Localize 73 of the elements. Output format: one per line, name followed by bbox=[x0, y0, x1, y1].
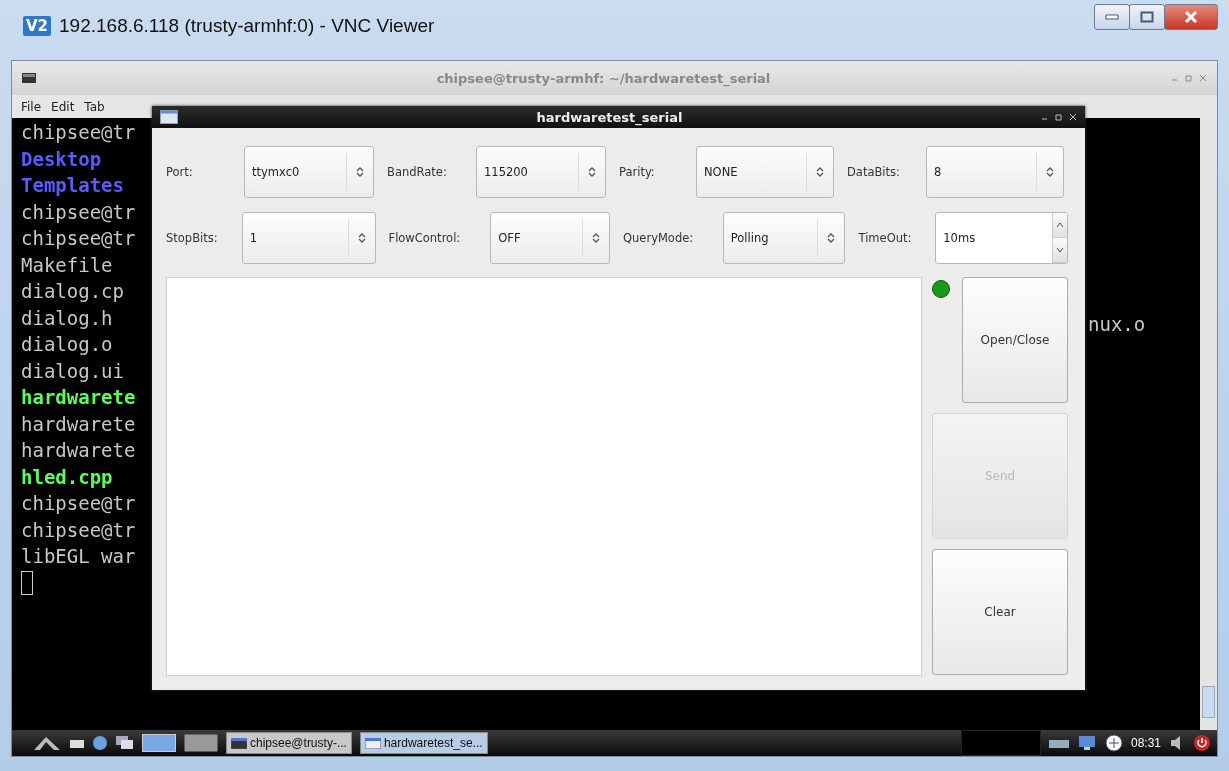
field-label: Parity: bbox=[619, 165, 656, 179]
maximize-button[interactable] bbox=[1129, 4, 1165, 30]
terminal-line: dialog.ui bbox=[21, 358, 124, 384]
scrollbar-thumb[interactable] bbox=[1202, 686, 1215, 718]
terminal-cursor bbox=[21, 570, 33, 595]
terminal-line: Desktop bbox=[21, 146, 102, 172]
up-down-arrows-icon bbox=[816, 166, 824, 178]
up-down-arrows-icon bbox=[592, 232, 600, 244]
terminal-line: hardwarete bbox=[21, 411, 136, 437]
field-label: FlowControl: bbox=[388, 231, 462, 245]
field-label: QueryMode: bbox=[623, 231, 695, 245]
terminal-line: dialog.cp bbox=[21, 279, 124, 304]
terminal-line: chipsee@tr bbox=[21, 226, 136, 251]
dropdown[interactable]: 1 bbox=[241, 212, 376, 264]
window-icon bbox=[160, 110, 178, 124]
maximize-icon bbox=[1140, 11, 1154, 23]
terminal-line: dialog.h bbox=[21, 305, 113, 331]
dialog-title: hardwaretest_serial bbox=[535, 109, 684, 125]
minimize-icon bbox=[1105, 14, 1119, 20]
field-label: StopBits: bbox=[166, 231, 219, 245]
menu-item[interactable]: Tab bbox=[84, 99, 105, 114]
desktop-icon[interactable] bbox=[184, 734, 218, 752]
terminal-line: chipsee@tr bbox=[21, 199, 136, 225]
field-label: BandRate: bbox=[387, 165, 448, 179]
action-button[interactable]: Clear bbox=[932, 549, 1068, 675]
scrollbar[interactable] bbox=[1200, 118, 1217, 730]
terminal-line: chipsee@tr bbox=[21, 517, 136, 543]
window-title: 192.168.6.118 (trusty-armhf:0) - VNC Viewer bbox=[59, 15, 435, 37]
taskbar-button[interactable]: hardwaretest_se... bbox=[359, 732, 488, 754]
monitor-icon[interactable] bbox=[1076, 735, 1097, 751]
terminal-line: hardwarete bbox=[21, 385, 136, 410]
close-button[interactable] bbox=[1164, 4, 1218, 30]
dropdown[interactable]: ttymxc0 bbox=[244, 146, 374, 198]
menu-item[interactable]: Edit bbox=[51, 99, 75, 114]
minimize-button[interactable] bbox=[1094, 4, 1130, 30]
window-controls-icon bbox=[1171, 74, 1207, 82]
window-controls-icon bbox=[1041, 113, 1077, 121]
terminal-line: libEGL war bbox=[21, 544, 136, 569]
terminal-line: hled.cpp bbox=[21, 464, 113, 490]
field-label: DataBits: bbox=[847, 165, 901, 179]
app-logo: V2 bbox=[23, 16, 52, 36]
terminal-icon bbox=[22, 73, 36, 83]
start-menu-icon[interactable] bbox=[32, 734, 62, 752]
close-icon bbox=[1183, 10, 1199, 24]
dropdown[interactable]: 8 bbox=[926, 146, 1064, 198]
dropdown[interactable]: 115200 bbox=[476, 146, 606, 198]
terminal-line: nux.o bbox=[1088, 313, 1146, 335]
menu-item[interactable]: File bbox=[21, 99, 42, 114]
open-close-button[interactable]: Open/Close bbox=[962, 277, 1068, 403]
taskbar-button[interactable]: chipsee@trusty-... bbox=[226, 732, 352, 754]
field-label: TimeOut: bbox=[858, 231, 913, 245]
up-down-arrows-icon bbox=[357, 232, 366, 244]
spin-box[interactable]: 10ms bbox=[935, 212, 1068, 264]
dropdown[interactable]: OFF bbox=[490, 212, 610, 264]
terminal-line: chipsee@tr bbox=[21, 120, 136, 145]
up-down-arrows-icon bbox=[827, 232, 836, 244]
up-down-arrows-icon bbox=[356, 166, 364, 178]
terminal-line: dialog.o bbox=[21, 332, 113, 357]
terminal-line: hardwarete bbox=[21, 438, 136, 463]
terminal-title: chipsee@trusty-armhf: ~/hardwaretest_serial bbox=[435, 70, 772, 86]
power-icon[interactable] bbox=[1193, 734, 1211, 752]
clock: 08:31 bbox=[1130, 736, 1161, 750]
windows-icon[interactable] bbox=[116, 736, 134, 750]
terminal-line: Makefile bbox=[21, 252, 113, 278]
window-icon bbox=[231, 737, 247, 749]
terminal-line: chipsee@tr bbox=[21, 491, 136, 516]
terminal-line: Templates bbox=[21, 173, 124, 198]
up-down-arrows-icon bbox=[1046, 166, 1054, 178]
window-icon bbox=[364, 737, 381, 749]
dropdown[interactable]: NONE bbox=[696, 146, 834, 198]
dropdown[interactable]: Polling bbox=[722, 212, 846, 264]
up-down-arrows-icon bbox=[588, 166, 596, 178]
field-label: Port: bbox=[166, 165, 194, 179]
